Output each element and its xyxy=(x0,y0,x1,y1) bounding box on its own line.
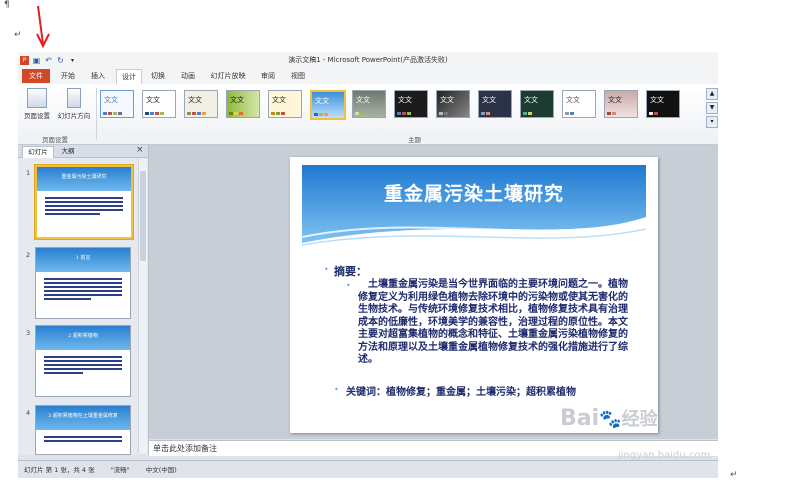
bullet-icon: • xyxy=(324,265,329,274)
paragraph-mark: ↵ xyxy=(730,470,738,480)
language-indicator: 中文(中国) xyxy=(145,466,177,474)
gallery-more-icon[interactable]: ▾ xyxy=(706,116,718,128)
abstract-heading: 摘要： xyxy=(334,265,367,278)
ribbon: 页面设置 幻灯片方向 页面设置 文文 文文 文文 文文 文文 文文 文文 文文 … xyxy=(18,84,718,145)
tab-view[interactable]: 视图 xyxy=(286,69,310,83)
theme-thumbnail[interactable]: 文文 xyxy=(226,90,260,118)
slide-thumbnail-3[interactable]: 2 超积累植物 xyxy=(35,325,131,397)
group-label-page-setup: 页面设置 xyxy=(42,136,68,144)
tab-file[interactable]: 文件 xyxy=(22,69,50,83)
slide-thumbnail-4[interactable]: 3 超积累植物在土壤重金属修复 xyxy=(35,405,131,455)
theme-thumbnail[interactable]: 文文 xyxy=(478,90,512,118)
theme-thumbnail[interactable]: 文文 xyxy=(394,90,428,118)
group-label-themes: 主题 xyxy=(408,136,421,144)
slides-pane: 幻灯片 大纲 × 1 重金属污染土壤研究 2 1 前言 3 2 超积累植物 4 … xyxy=(18,145,149,455)
slide-thumbnail-1[interactable]: 重金属污染土壤研究 xyxy=(35,165,133,239)
tab-transitions[interactable]: 切换 xyxy=(146,69,170,83)
red-arrow-annotation xyxy=(36,5,50,49)
slide-counter: 幻灯片 第 1 张，共 4 张 xyxy=(24,466,95,474)
page-setup-button[interactable]: 页面设置 xyxy=(22,88,52,120)
theme-thumbnail[interactable]: 文文 xyxy=(268,90,302,118)
title-bar: P ▣ ↶ ↻ ▾ 演示文稿1 - Microsoft PowerPoint(产… xyxy=(18,52,718,68)
watermark-logo: Bai🐾经验 xyxy=(560,406,658,431)
keywords-line[interactable]: 关键词：植物修复；重金属；土壤污染；超积累植物 xyxy=(346,383,646,398)
theme-thumbnail[interactable]: 文文 xyxy=(562,90,596,118)
watermark-url: jingyan.baidu.com xyxy=(618,450,711,461)
paragraph-mark: ¶ xyxy=(4,0,10,10)
chevron-up-icon[interactable]: ▲ xyxy=(706,88,718,100)
paragraph-mark: ↵ xyxy=(14,30,22,40)
current-slide[interactable]: 重金属污染土壤研究 • 摘要： • 土壤重金属污染是当今世界面临的主要环境问题之… xyxy=(290,157,658,433)
scrollbar-thumb[interactable] xyxy=(140,171,146,261)
theme-thumbnail[interactable]: 文文 xyxy=(352,90,386,118)
tab-insert[interactable]: 插入 xyxy=(86,69,110,83)
slide-orientation-button[interactable]: 幻灯片方向 xyxy=(54,88,94,120)
tab-slideshow[interactable]: 幻灯片放映 xyxy=(206,69,250,83)
theme-thumbnail[interactable]: 文文 xyxy=(436,90,470,118)
window-title: 演示文稿1 - Microsoft PowerPoint(产品激活失败) xyxy=(288,56,448,64)
ribbon-tabs: 文件 开始 插入 设计 切换 动画 幻灯片放映 审阅 视图 xyxy=(18,68,718,85)
pane-tabs: 幻灯片 大纲 × xyxy=(18,145,148,158)
slide-thumbnail-2[interactable]: 1 前言 xyxy=(35,247,131,319)
slide-number: 4 xyxy=(26,409,31,417)
group-separator xyxy=(96,88,97,140)
theme-name: "流畅" xyxy=(110,466,130,474)
slide-number: 1 xyxy=(26,169,31,177)
theme-thumbnail[interactable]: 文文 xyxy=(646,90,680,118)
orientation-icon xyxy=(67,88,81,108)
status-bar: 幻灯片 第 1 张，共 4 张 "流畅" 中文(中国) xyxy=(18,460,718,478)
tab-home[interactable]: 开始 xyxy=(56,69,80,83)
theme-thumbnail[interactable]: 文文 xyxy=(604,90,638,118)
tab-outline[interactable]: 大纲 xyxy=(56,146,80,157)
theme-gallery-scroll: ▲ ▼ ▾ xyxy=(706,88,718,128)
slides-pane-scrollbar[interactable] xyxy=(138,159,147,453)
chevron-down-icon[interactable]: ▼ xyxy=(706,102,718,114)
slide-editing-area: 重金属污染土壤研究 • 摘要： • 土壤重金属污染是当今世界面临的主要环境问题之… xyxy=(149,145,718,439)
tab-design[interactable]: 设计 xyxy=(116,69,142,84)
bullet-icon: • xyxy=(346,281,351,290)
theme-thumbnail[interactable]: 文文 xyxy=(184,90,218,118)
slide-title[interactable]: 重金属污染土壤研究 xyxy=(302,179,646,206)
abstract-body[interactable]: 土壤重金属污染是当今世界面临的主要环境问题之一。植物修复定义为利用绿色植物去除环… xyxy=(358,279,628,367)
slide-number: 2 xyxy=(26,251,31,259)
tab-review[interactable]: 审阅 xyxy=(256,69,280,83)
tab-animations[interactable]: 动画 xyxy=(176,69,200,83)
theme-thumbnail[interactable]: 文文 xyxy=(100,90,134,118)
theme-thumbnail-selected[interactable]: 文文 xyxy=(310,90,346,120)
bullet-icon: • xyxy=(334,385,339,394)
theme-thumbnail[interactable]: 文文 xyxy=(142,90,176,118)
slide-number: 3 xyxy=(26,329,31,337)
tab-slides[interactable]: 幻灯片 xyxy=(22,146,54,158)
page-setup-icon xyxy=(27,88,47,108)
close-icon[interactable]: × xyxy=(136,145,144,155)
theme-thumbnail[interactable]: 文文 xyxy=(520,90,554,118)
title-banner xyxy=(302,165,646,246)
